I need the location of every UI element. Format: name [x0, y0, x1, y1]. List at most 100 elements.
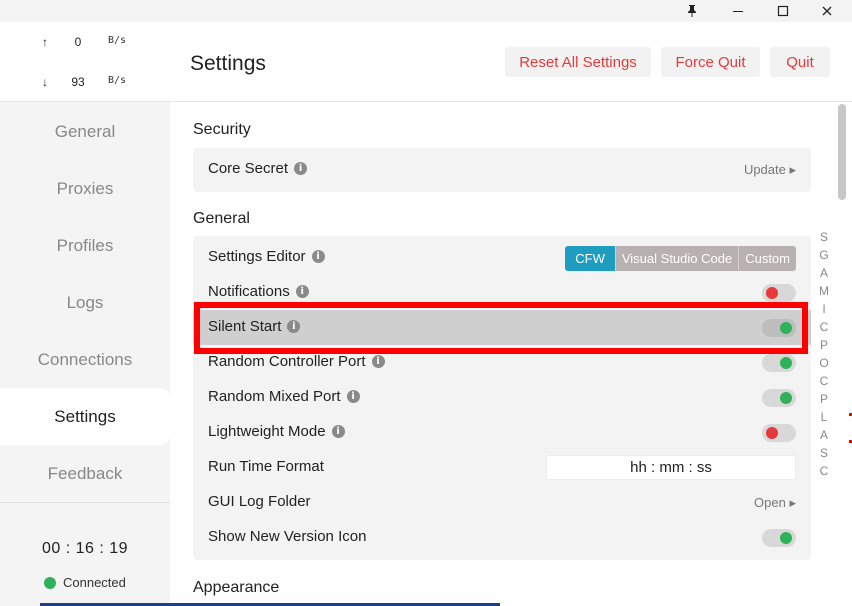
- download-unit: B/s: [108, 75, 127, 86]
- random-mixed-port-label-wrap: Random Mixed Port i: [208, 388, 360, 405]
- settings-editor-label: Settings Editor: [208, 248, 306, 265]
- general-card: Settings Editor i CFW Visual Studio Code…: [193, 236, 811, 560]
- editor-option-vscode[interactable]: Visual Studio Code: [614, 246, 739, 271]
- sidebar-item-general[interactable]: General: [0, 103, 170, 160]
- quit-button[interactable]: Quit: [770, 47, 830, 77]
- random-mixed-port-toggle[interactable]: [762, 389, 796, 407]
- close-icon[interactable]: [807, 0, 847, 22]
- index-letter[interactable]: L: [818, 408, 830, 426]
- silent-start-label: Silent Start: [208, 318, 282, 335]
- sidebar-item-feedback[interactable]: Feedback: [0, 445, 170, 502]
- index-letter[interactable]: S: [818, 228, 830, 246]
- sidebar-item-logs[interactable]: Logs: [0, 274, 170, 331]
- minimize-glyph: [733, 11, 743, 12]
- settings-editor-row: Settings Editor i CFW Visual Studio Code…: [193, 240, 811, 275]
- sidebar-item-proxies[interactable]: Proxies: [0, 160, 170, 217]
- security-card: Core Secret i Update ▸: [193, 148, 811, 192]
- reset-all-settings-button[interactable]: Reset All Settings: [505, 47, 651, 77]
- editor-option-custom[interactable]: Custom: [738, 246, 796, 271]
- info-icon[interactable]: i: [371, 355, 385, 368]
- index-letter[interactable]: P: [818, 390, 830, 408]
- section-security-title: Security: [193, 121, 251, 138]
- info-icon[interactable]: i: [287, 320, 301, 333]
- silent-start-label-wrap: Silent Start i: [208, 318, 301, 335]
- notifications-label: Notifications: [208, 283, 290, 300]
- index-letter[interactable]: A: [818, 426, 830, 444]
- info-icon[interactable]: i: [295, 285, 309, 298]
- upload-rate: ↑ 0 B/s: [0, 35, 170, 55]
- section-index: S G A M I C P O C P L A S C: [818, 228, 830, 480]
- toggle-knob: [766, 287, 778, 299]
- info-icon[interactable]: i: [331, 425, 345, 438]
- connection-status-label: Connected: [63, 575, 126, 590]
- sidebar-item-settings[interactable]: Settings: [0, 388, 170, 445]
- editor-option-cfw[interactable]: CFW: [565, 246, 615, 271]
- run-time-format-label-wrap: Run Time Format: [208, 458, 324, 475]
- status-dot-icon: [44, 576, 56, 589]
- sidebar-item-connections[interactable]: Connections: [0, 331, 170, 388]
- random-controller-port-toggle[interactable]: [762, 354, 796, 372]
- pin-icon-glyph: [688, 5, 696, 17]
- random-controller-port-label-wrap: Random Controller Port i: [208, 353, 385, 370]
- toggle-knob: [766, 427, 778, 439]
- show-new-version-icon-toggle[interactable]: [762, 529, 796, 547]
- show-new-version-icon-label: Show New Version Icon: [208, 528, 367, 545]
- lightweight-mode-label-wrap: Lightweight Mode i: [208, 423, 345, 440]
- scrollbar-thumb[interactable]: [838, 104, 846, 200]
- toggle-knob: [780, 532, 792, 544]
- info-icon[interactable]: i: [294, 162, 308, 175]
- pin-icon[interactable]: [672, 0, 712, 22]
- random-mixed-port-row: Random Mixed Port i: [193, 380, 811, 415]
- notifications-toggle[interactable]: [762, 284, 796, 302]
- upload-value: 0: [74, 35, 82, 49]
- core-secret-update-link[interactable]: Update ▸: [744, 162, 796, 178]
- upload-unit: B/s: [108, 35, 127, 46]
- index-letter[interactable]: G: [818, 246, 830, 264]
- toggle-knob: [780, 357, 792, 369]
- run-time-format-row: Run Time Format hh : mm : ss: [193, 450, 811, 485]
- traffic-monitor: ↑ 0 B/s ↓ 93 B/s: [0, 22, 170, 102]
- toggle-knob: [780, 392, 792, 404]
- connection-status: Connected: [44, 575, 126, 590]
- gui-log-folder-open-link[interactable]: Open ▸: [754, 495, 796, 511]
- show-new-version-icon-label-wrap: Show New Version Icon: [208, 528, 366, 545]
- title-bar: [0, 0, 852, 22]
- maximize-icon[interactable]: [763, 0, 803, 22]
- index-letter[interactable]: M: [818, 282, 830, 300]
- random-controller-port-label: Random Controller Port: [208, 353, 366, 370]
- minimize-icon[interactable]: [718, 0, 758, 22]
- index-letter[interactable]: C: [818, 462, 830, 480]
- index-letter[interactable]: S: [818, 444, 830, 462]
- show-new-version-icon-row: Show New Version Icon: [193, 520, 811, 555]
- run-time-format-label: Run Time Format: [208, 458, 324, 475]
- header: Settings Reset All Settings Force Quit Q…: [170, 22, 852, 102]
- notifications-row: Notifications i: [193, 275, 811, 310]
- sidebar-divider: [0, 502, 170, 503]
- download-rate: ↓ 93 B/s: [0, 75, 170, 95]
- close-glyph: [822, 6, 832, 16]
- core-secret-label-wrap: Core Secret i: [208, 160, 308, 177]
- silent-start-row: Silent Start i: [193, 310, 811, 345]
- index-letter[interactable]: I: [818, 300, 830, 318]
- index-letter[interactable]: C: [818, 372, 830, 390]
- index-letter[interactable]: C: [818, 318, 830, 336]
- index-letter[interactable]: A: [818, 264, 830, 282]
- settings-editor-label-wrap: Settings Editor i: [208, 248, 325, 265]
- info-icon[interactable]: i: [311, 250, 325, 263]
- gui-log-folder-label-wrap: GUI Log Folder: [208, 493, 311, 510]
- sidebar-item-profiles[interactable]: Profiles: [0, 217, 170, 274]
- run-time-format-input[interactable]: hh : mm : ss: [546, 455, 796, 480]
- force-quit-button[interactable]: Force Quit: [661, 47, 760, 77]
- lightweight-mode-toggle[interactable]: [762, 424, 796, 442]
- index-letter[interactable]: P: [818, 336, 830, 354]
- lightweight-mode-row: Lightweight Mode i: [193, 415, 811, 450]
- gui-log-folder-label: GUI Log Folder: [208, 493, 311, 510]
- index-letter[interactable]: O: [818, 354, 830, 372]
- notifications-label-wrap: Notifications i: [208, 283, 309, 300]
- upload-arrow-icon: ↑: [42, 35, 48, 49]
- info-icon[interactable]: i: [346, 390, 360, 403]
- toggle-knob: [780, 322, 792, 334]
- silent-start-toggle[interactable]: [762, 319, 796, 337]
- core-secret-label: Core Secret: [208, 160, 289, 177]
- download-arrow-icon: ↓: [42, 75, 48, 89]
